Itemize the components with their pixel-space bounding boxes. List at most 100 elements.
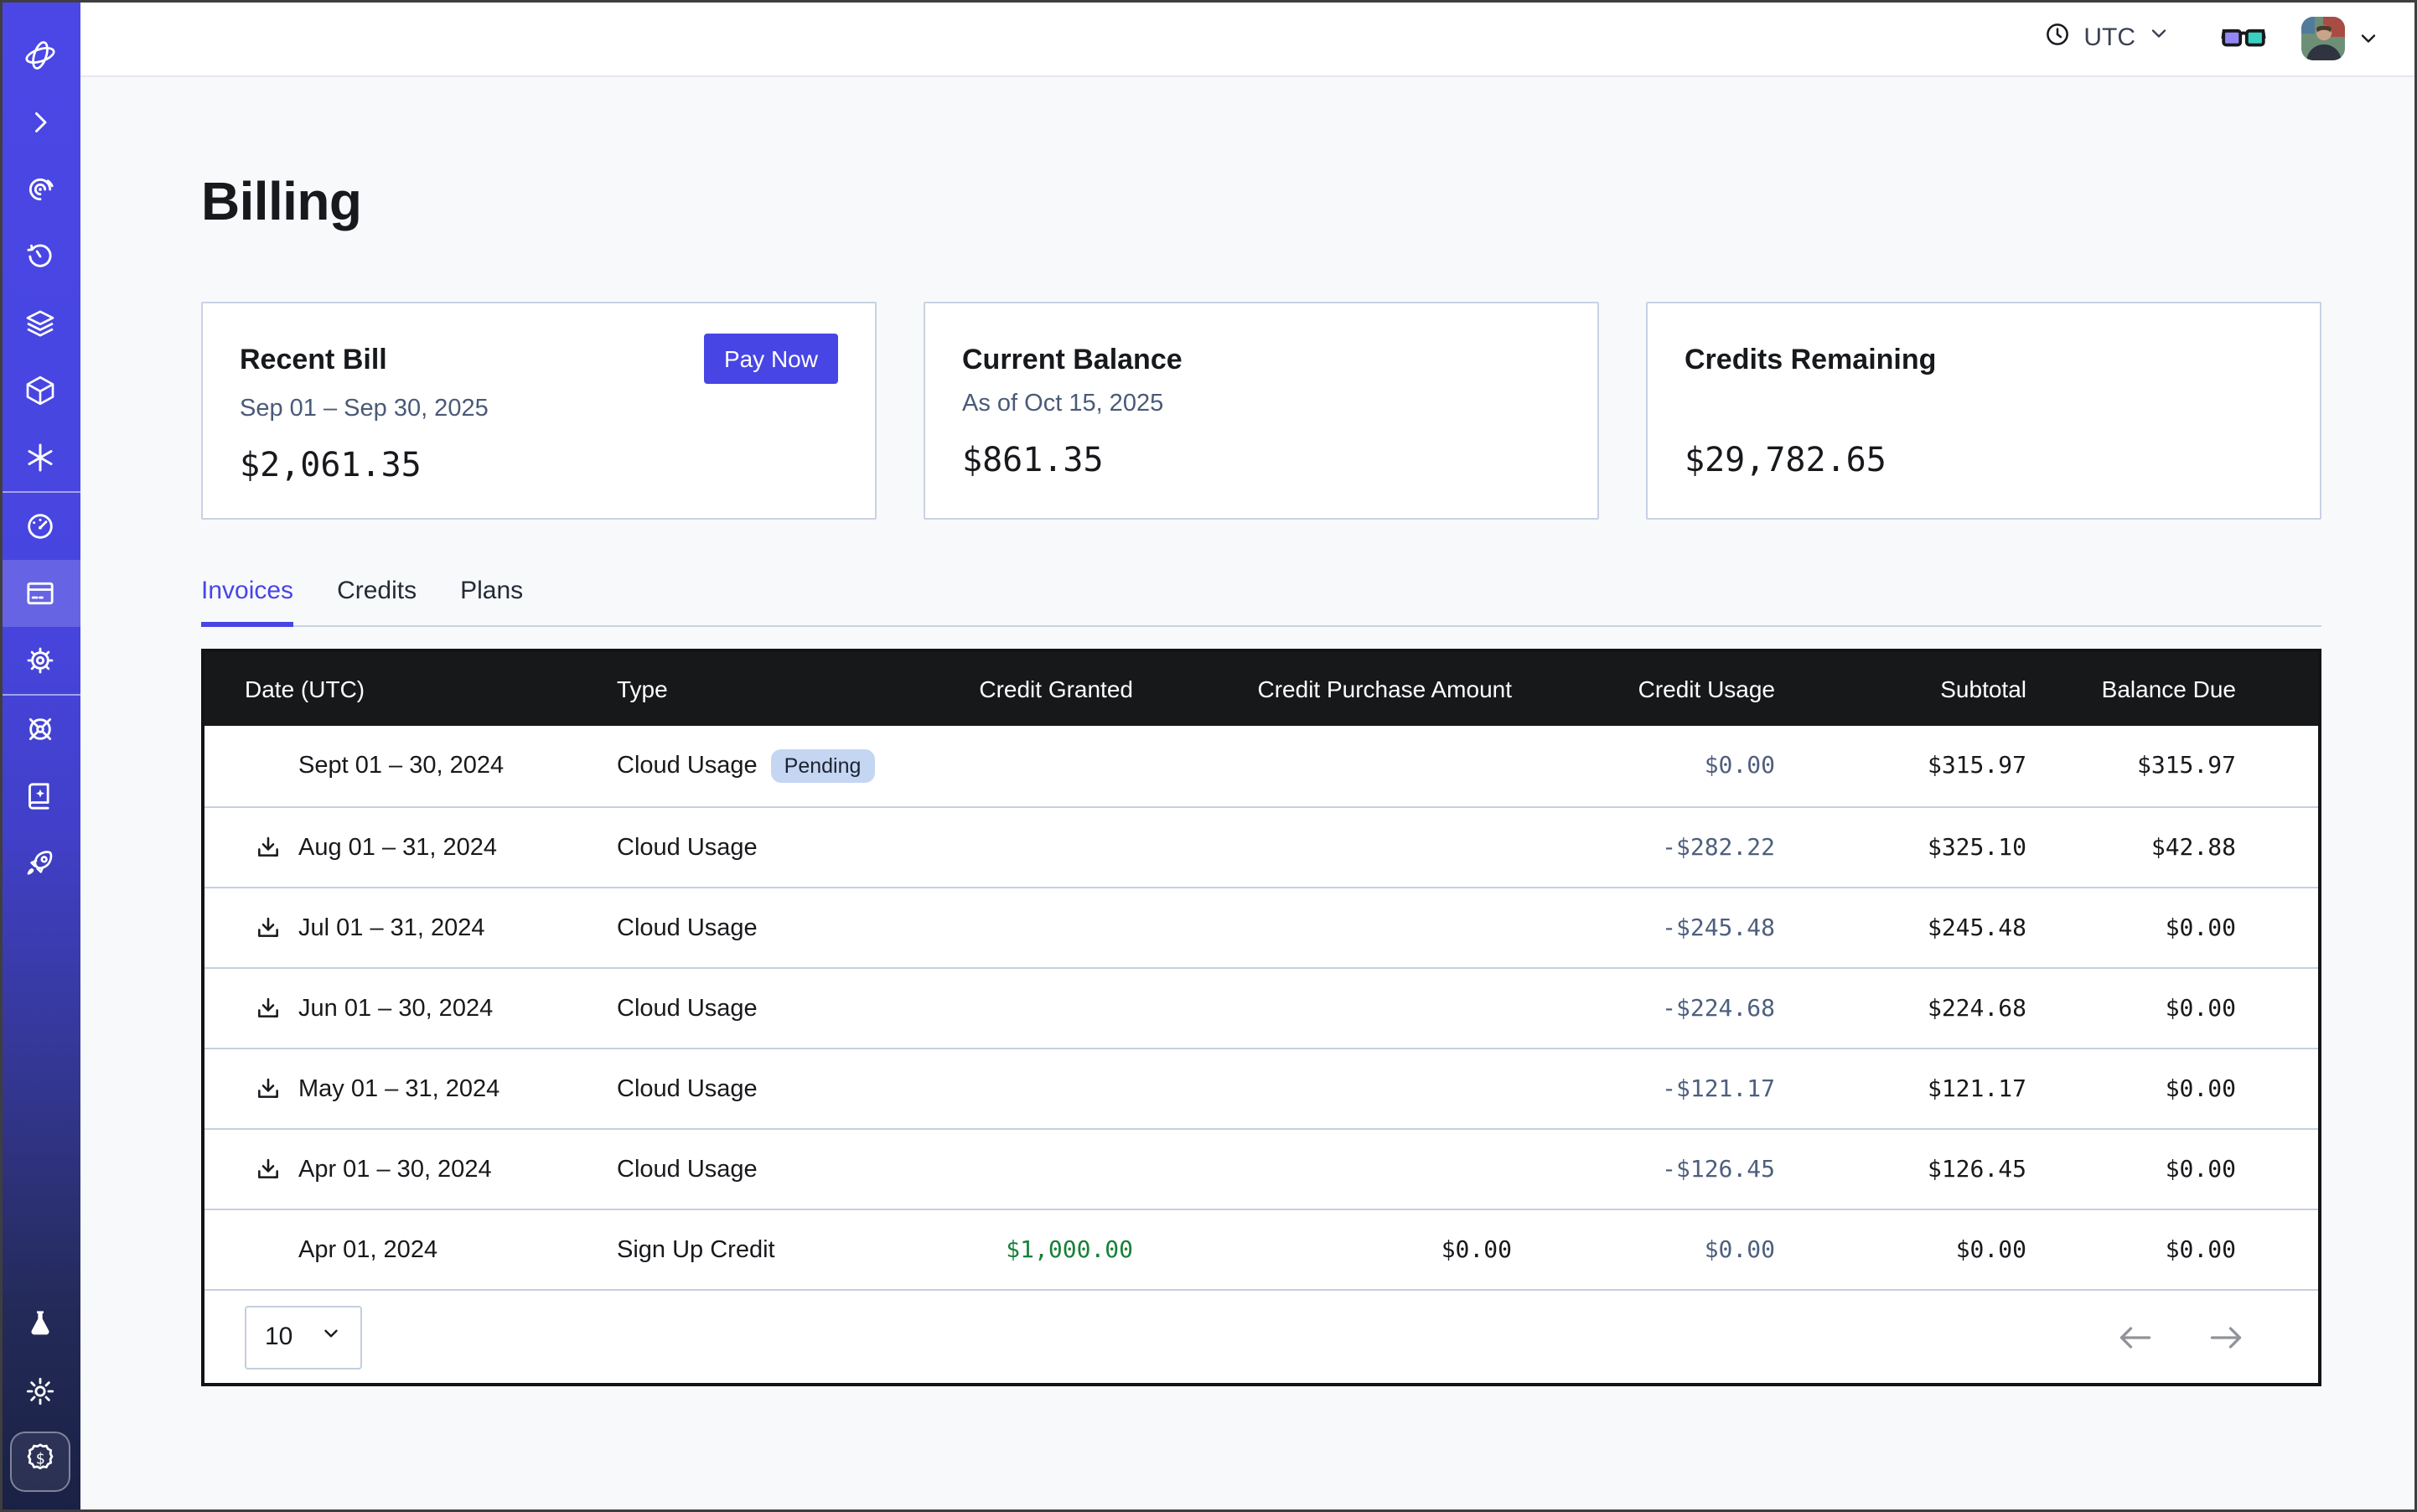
invoice-type: Sign Up Credit — [617, 1236, 775, 1263]
history-clock-icon — [23, 240, 57, 273]
sidebar-item-cube[interactable] — [0, 357, 80, 424]
sidebar-item-insights[interactable] — [0, 156, 80, 223]
sidebar-item-home[interactable] — [0, 22, 80, 89]
subtotal-cell: $126.45 — [1775, 1156, 2026, 1183]
topbar: UTC — [80, 0, 2417, 77]
chevron-right-icon — [25, 107, 55, 137]
balance-due-cell: $0.00 — [2026, 1236, 2236, 1263]
subtotal-cell: $325.10 — [1775, 834, 2026, 861]
invoice-date: May 01 – 31, 2024 — [298, 1075, 499, 1102]
credit-usage-cell: -$121.17 — [1512, 1075, 1775, 1102]
glasses-icon[interactable] — [2221, 23, 2266, 53]
prev-page-button[interactable] — [2117, 1323, 2154, 1350]
chevron-down-icon — [2147, 22, 2171, 54]
sidebar-item-layers[interactable] — [0, 290, 80, 357]
invoice-type-cell: Cloud Usage — [617, 1156, 908, 1183]
column-header: Credit Usage — [1512, 676, 1775, 702]
invoice-date-cell: Aug 01 – 31, 2024 — [204, 834, 617, 861]
sidebar-item-settings[interactable] — [0, 627, 80, 694]
table-row: Sept 01 – 30, 2024Cloud UsagePending$0.0… — [204, 726, 2318, 806]
card-amount: $29,782.65 — [1685, 439, 2283, 479]
pay-now-button[interactable]: Pay Now — [704, 334, 838, 384]
chevron-down-icon — [320, 1323, 342, 1351]
download-invoice-icon[interactable] — [255, 995, 282, 1022]
column-header: Credit Granted — [908, 676, 1133, 702]
sidebar-item-launch[interactable] — [0, 830, 80, 897]
timezone-selector[interactable]: UTC — [2043, 19, 2171, 56]
insights-eye-icon — [23, 173, 57, 206]
subtotal-cell: $224.68 — [1775, 995, 2026, 1022]
invoice-type-cell: Cloud Usage — [617, 914, 908, 941]
invoice-type-cell: Cloud Usage — [617, 995, 908, 1022]
download-invoice-icon[interactable] — [255, 834, 282, 861]
invoice-date-cell: Jun 01 – 30, 2024 — [204, 995, 617, 1022]
download-invoice-icon[interactable] — [255, 914, 282, 941]
invoice-date: Apr 01 – 30, 2024 — [298, 1156, 492, 1183]
table-row: Aug 01 – 31, 2024Cloud Usage-$282.22$325… — [204, 806, 2318, 887]
table-row: Jul 01 – 31, 2024Cloud Usage-$245.48$245… — [204, 887, 2318, 967]
credit-usage-cell: -$224.68 — [1512, 995, 1775, 1022]
sidebar-item-billing[interactable] — [0, 560, 80, 627]
sidebar-item-support[interactable] — [0, 696, 80, 763]
rocket-icon — [23, 847, 57, 880]
balance-due-cell: $0.00 — [2026, 995, 2236, 1022]
invoice-type-cell: Sign Up Credit — [617, 1236, 908, 1263]
invoice-type: Cloud Usage — [617, 1156, 758, 1183]
layers-icon — [23, 307, 57, 340]
tab-invoices[interactable]: Invoices — [201, 577, 293, 625]
invoice-type: Cloud Usage — [617, 1075, 758, 1102]
sidebar-bottom-group: $ — [0, 1291, 80, 1512]
billing-page: $ UTC Billing Recent Bill Pay Now Sep 01… — [0, 0, 2417, 1512]
invoice-date-cell: May 01 – 31, 2024 — [204, 1075, 617, 1102]
table-row: Apr 01, 2024Sign Up Credit$1,000.00$0.00… — [204, 1209, 2318, 1289]
recent-bill-card: Recent Bill Pay Now Sep 01 – Sep 30, 202… — [201, 302, 877, 520]
sidebar-item-docs[interactable] — [0, 763, 80, 830]
sidebar-expand-button[interactable] — [0, 89, 80, 156]
cube-icon — [23, 374, 57, 407]
invoice-date: Aug 01 – 31, 2024 — [298, 834, 497, 861]
invoice-date-cell: Jul 01 – 31, 2024 — [204, 914, 617, 941]
status-badge: Pending — [771, 749, 875, 783]
download-invoice-icon[interactable] — [255, 1075, 282, 1102]
labs-flask-icon — [23, 1307, 57, 1341]
sidebar-item-dashboard[interactable] — [0, 493, 80, 560]
page-size-select[interactable]: 10 — [245, 1305, 362, 1369]
sidebar-item-labs[interactable] — [0, 1291, 80, 1358]
page-size-value: 10 — [265, 1323, 292, 1351]
invoice-table-header: Date (UTC)TypeCredit GrantedCredit Purch… — [204, 652, 2318, 726]
dashboard-gauge-icon — [23, 510, 57, 543]
sidebar-item-theme[interactable] — [0, 1358, 80, 1425]
credit-usage-cell: -$282.22 — [1512, 834, 1775, 861]
chevron-down-icon[interactable] — [2357, 26, 2380, 49]
next-page-button[interactable] — [2207, 1323, 2244, 1350]
column-header: Date (UTC) — [204, 676, 617, 702]
invoice-date: Jun 01 – 30, 2024 — [298, 995, 493, 1022]
card-subtitle: As of Oct 15, 2025 — [962, 387, 1560, 421]
sidebar-item-asterisk[interactable] — [0, 424, 80, 491]
avatar[interactable] — [2301, 16, 2345, 60]
card-title: Current Balance — [962, 342, 1183, 379]
tab-plans[interactable]: Plans — [460, 577, 523, 625]
subtotal-cell: $245.48 — [1775, 914, 2026, 941]
card-subtitle — [1685, 387, 2283, 421]
sidebar-item-history[interactable] — [0, 223, 80, 290]
balance-due-cell: $0.00 — [2026, 1075, 2236, 1102]
page-title: Billing — [201, 168, 2321, 235]
tab-credits[interactable]: Credits — [337, 577, 417, 625]
credits-badge-button[interactable]: $ — [10, 1432, 70, 1492]
card-title: Credits Remaining — [1685, 342, 1936, 379]
subtotal-cell: $315.97 — [1775, 753, 2026, 779]
subtotal-cell: $0.00 — [1775, 1236, 2026, 1263]
invoice-date-cell: Apr 01 – 30, 2024 — [204, 1156, 617, 1183]
column-header: Balance Due — [2026, 676, 2236, 702]
timezone-label: UTC — [2083, 23, 2135, 52]
card-title: Recent Bill — [240, 342, 387, 379]
invoice-date-cell: Apr 01, 2024 — [204, 1236, 617, 1263]
docs-book-icon — [23, 779, 57, 813]
invoice-type-cell: Cloud Usage — [617, 1075, 908, 1102]
invoice-type: Cloud Usage — [617, 995, 758, 1022]
download-invoice-icon[interactable] — [255, 1156, 282, 1183]
sidebar: $ — [0, 0, 80, 1512]
billing-card-icon — [23, 577, 57, 610]
card-amount: $2,061.35 — [240, 444, 838, 484]
